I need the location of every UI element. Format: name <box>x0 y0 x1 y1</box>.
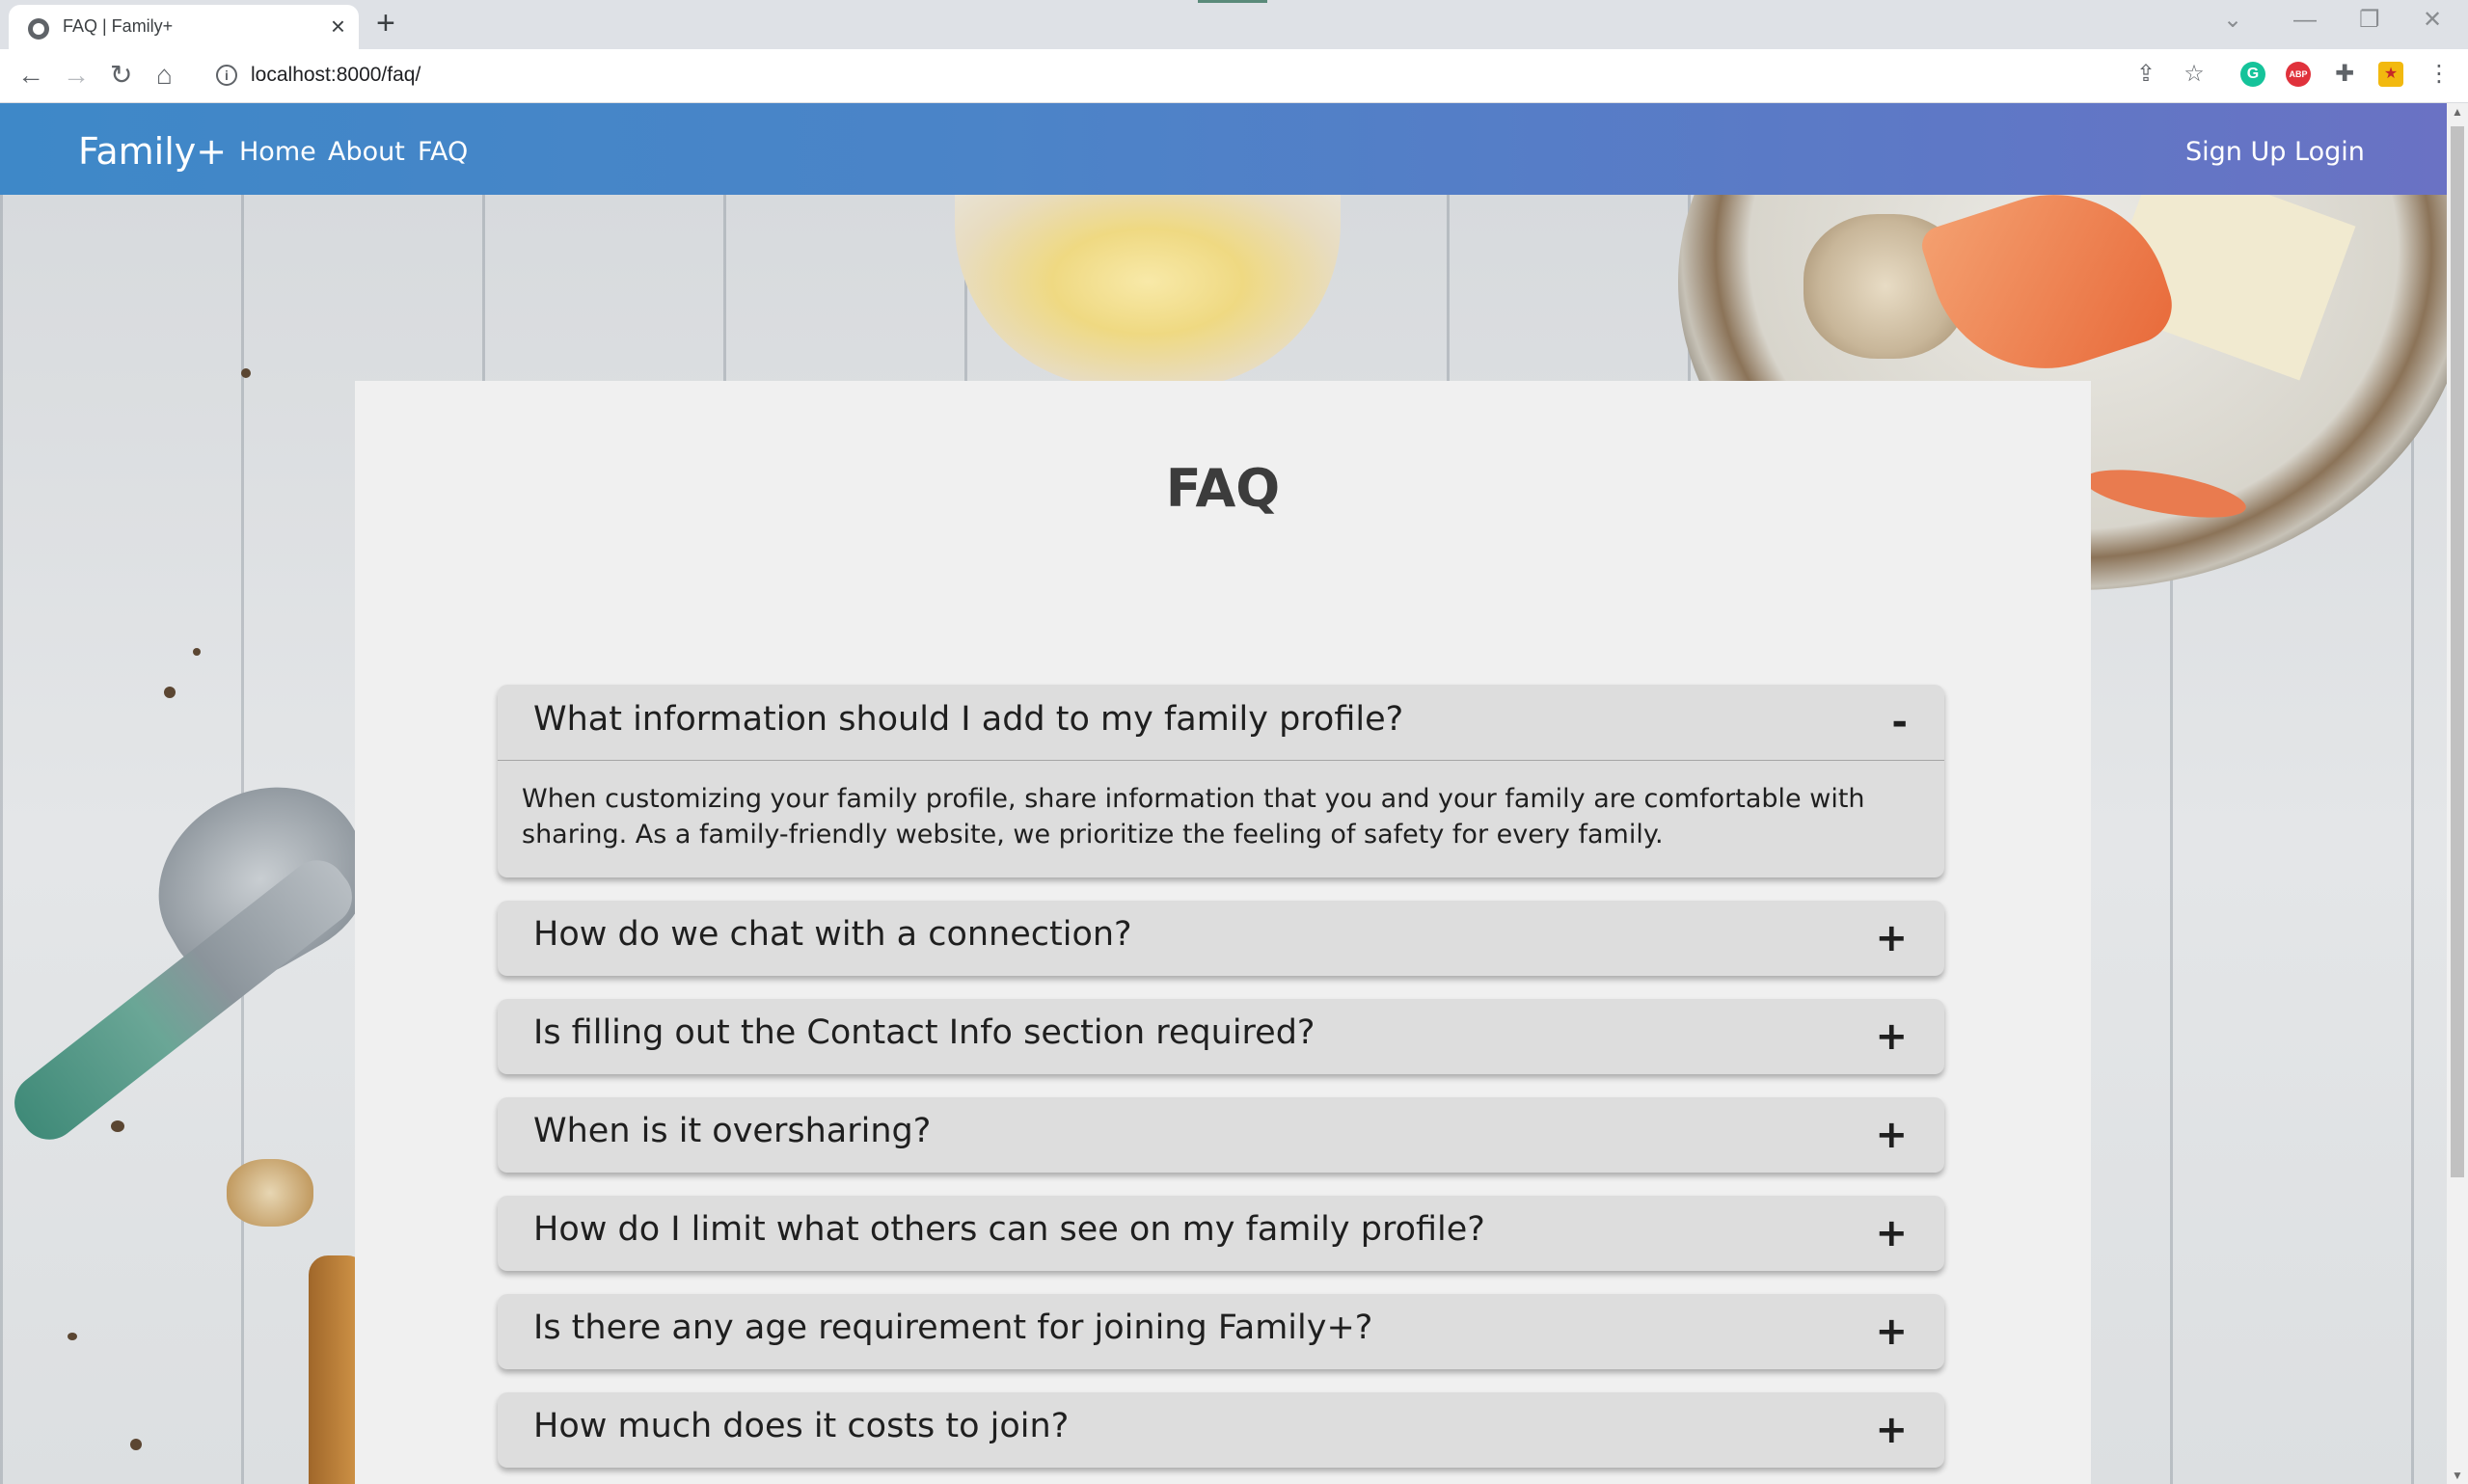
faq-question[interactable]: How much does it costs to join? <box>533 1407 1069 1445</box>
minimize-icon[interactable]: — <box>2293 6 2317 35</box>
address-bar[interactable]: i localhost:8000/faq/ <box>203 56 2131 94</box>
page-title: FAQ <box>1165 458 1281 519</box>
url-text[interactable]: localhost:8000/faq/ <box>251 64 420 87</box>
faq-question[interactable]: Is there any age requirement for joining… <box>533 1309 1372 1347</box>
back-arrow-icon[interactable]: ← <box>17 58 44 93</box>
nav-link-sign-up[interactable]: Sign Up <box>2185 137 2286 167</box>
crumb <box>130 1439 142 1450</box>
expand-toggle[interactable]: + <box>1875 1113 1908 1157</box>
brand-logo[interactable]: Family+ <box>78 130 227 173</box>
cookie-image <box>227 1159 313 1227</box>
faq-item-expanded[interactable]: What information should I add to my fami… <box>498 685 1944 877</box>
faq-answer: When customizing your family profile, sh… <box>522 784 1865 850</box>
profile-extension-icon[interactable]: ★ <box>2378 62 2403 87</box>
faq-item[interactable]: How much does it costs to join? + <box>498 1392 1944 1468</box>
nav-link-faq[interactable]: FAQ <box>418 137 468 167</box>
restore-icon[interactable]: ❐ <box>2359 6 2380 35</box>
scroll-down-arrow-icon[interactable]: ▼ <box>2452 1469 2463 1482</box>
faq-card: FAQ What information should I add to my … <box>355 381 2091 1484</box>
faq-question[interactable]: What information should I add to my fami… <box>533 700 1403 739</box>
scrollbar-thumb[interactable] <box>2451 126 2464 1177</box>
page-viewport: Family+ Home About FAQ Sign Up Login FAQ… <box>0 103 2447 1484</box>
tab-title: FAQ | Family+ <box>63 16 174 36</box>
scroll-up-arrow-icon[interactable]: ▲ <box>2452 105 2463 119</box>
tab-search-icon[interactable]: ⌄ <box>2223 6 2242 35</box>
home-icon[interactable]: ⌂ <box>156 58 173 93</box>
extensions-puzzle-icon[interactable]: ✚ <box>2332 62 2357 87</box>
close-tab-icon[interactable]: × <box>331 13 345 39</box>
expand-toggle[interactable]: + <box>1875 1408 1908 1452</box>
crumb <box>164 687 176 698</box>
globe-icon <box>28 18 49 40</box>
grammarly-extension-icon[interactable]: G <box>2240 62 2265 87</box>
reload-icon[interactable]: ↻ <box>110 58 132 93</box>
faq-item[interactable]: How do we chat with a connection? + <box>498 901 1944 976</box>
jar-image <box>955 195 1341 388</box>
share-icon[interactable]: ⇪ <box>2133 62 2158 87</box>
faq-question[interactable]: When is it oversharing? <box>533 1112 931 1150</box>
adblock-extension-icon[interactable]: ABP <box>2286 62 2311 87</box>
faq-question[interactable]: How do we chat with a connection? <box>533 915 1132 954</box>
faq-item[interactable]: Is there any age requirement for joining… <box>498 1294 1944 1369</box>
faq-divider <box>498 760 1944 761</box>
browser-menu-icon[interactable]: ⋮ <box>2427 62 2452 87</box>
faq-question[interactable]: Is filling out the Contact Info section … <box>533 1013 1315 1052</box>
nav-link-home[interactable]: Home <box>239 137 316 167</box>
faq-item[interactable]: Is filling out the Contact Info section … <box>498 999 1944 1074</box>
bookmark-star-icon[interactable]: ☆ <box>2182 62 2207 87</box>
crumb <box>68 1333 77 1340</box>
expand-toggle[interactable]: + <box>1875 1211 1908 1255</box>
tab-indicator <box>1198 0 1267 3</box>
crumb <box>111 1120 124 1132</box>
crumb <box>241 368 251 378</box>
page-scrollbar[interactable]: ▲ ▼ <box>2447 103 2468 1484</box>
faq-question[interactable]: How do I limit what others can see on my… <box>533 1210 1485 1249</box>
window-close-icon[interactable]: ✕ <box>2423 6 2442 35</box>
site-info-icon[interactable]: i <box>216 65 237 86</box>
collapse-toggle[interactable]: - <box>1891 700 1908 744</box>
browser-tab-active[interactable]: FAQ | Family+ × <box>9 5 359 49</box>
site-navbar: Family+ Home About FAQ Sign Up Login <box>0 103 2447 195</box>
new-tab-button[interactable]: + <box>376 7 395 40</box>
forward-arrow-icon[interactable]: → <box>63 58 90 93</box>
nav-link-about[interactable]: About <box>328 137 405 167</box>
crumb <box>193 648 201 656</box>
expand-toggle[interactable]: + <box>1875 1309 1908 1354</box>
nav-link-login[interactable]: Login <box>2294 137 2365 167</box>
browser-tabstrip: FAQ | Family+ × + ⌄ — ❐ ✕ <box>0 0 2468 49</box>
expand-toggle[interactable]: + <box>1875 916 1908 960</box>
expand-toggle[interactable]: + <box>1875 1014 1908 1059</box>
faq-item[interactable]: How do I limit what others can see on my… <box>498 1196 1944 1271</box>
faq-item[interactable]: When is it oversharing? + <box>498 1097 1944 1173</box>
